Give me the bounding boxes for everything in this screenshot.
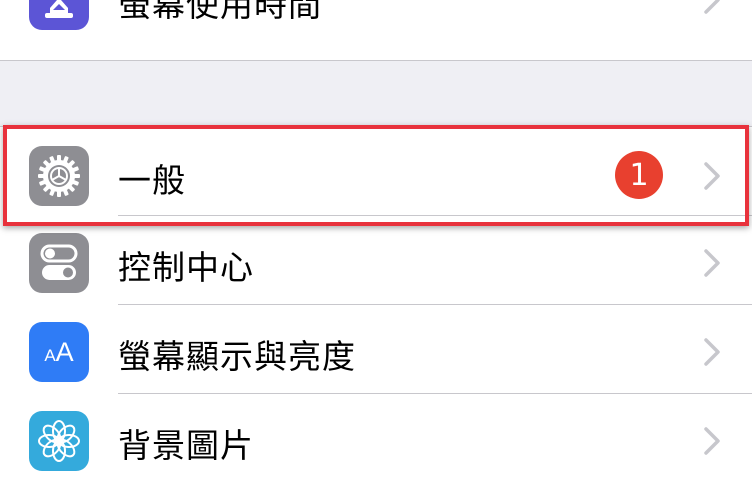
row-display-brightness[interactable]: AA 螢幕顯示與亮度	[0, 305, 752, 394]
flower-icon	[29, 411, 89, 471]
gear-icon	[29, 146, 89, 206]
notification-badge: 1	[615, 151, 663, 199]
settings-group-top: 螢幕使用時間	[0, 0, 752, 61]
row-wallpaper[interactable]: 背景圖片	[0, 394, 752, 480]
chevron-right-icon	[704, 0, 720, 14]
row-label-display-brightness: 螢幕顯示與亮度	[118, 337, 356, 376]
chevron-right-icon	[704, 162, 720, 190]
text-size-icon: AA	[29, 322, 89, 382]
settings-group-main: 一般 1 控制中心 AA 螢幕顯示與亮度 背景圖片	[0, 126, 752, 480]
chevron-right-icon	[704, 427, 720, 455]
row-screen-time[interactable]: 螢幕使用時間	[0, 0, 752, 44]
toggles-icon	[29, 233, 89, 293]
hourglass-icon	[29, 0, 89, 30]
row-label-screen-time: 螢幕使用時間	[118, 0, 322, 24]
chevron-right-icon	[704, 338, 720, 366]
row-label-control-center: 控制中心	[118, 248, 254, 287]
row-label-general: 一般	[118, 161, 186, 200]
chevron-right-icon	[704, 249, 720, 277]
settings-page: 螢幕使用時間 一般 1 控制中心 AA 螢幕顯示與亮度 背景圖片	[0, 0, 752, 480]
row-control-center[interactable]: 控制中心	[0, 216, 752, 305]
row-label-wallpaper: 背景圖片	[118, 426, 254, 465]
row-general[interactable]: 一般 1	[0, 127, 752, 216]
